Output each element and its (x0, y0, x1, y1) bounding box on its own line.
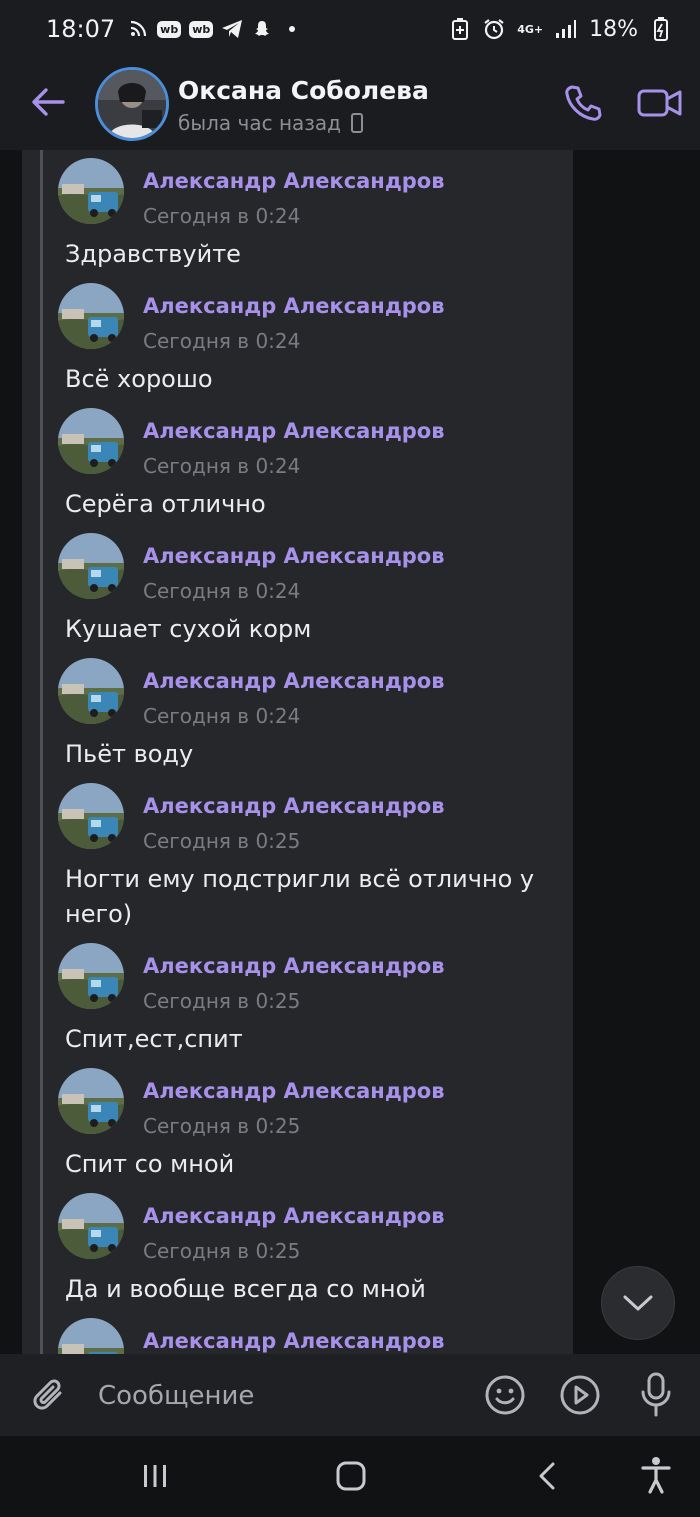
sender-name[interactable]: Александр Александров (143, 1329, 445, 1353)
sender-avatar[interactable] (58, 943, 124, 1009)
status-time: 18:07 (46, 15, 116, 43)
sender-name[interactable]: Александр Александров (143, 544, 445, 568)
sender-name[interactable]: Александр Александров (143, 1079, 445, 1103)
battery-saver-icon (449, 18, 471, 40)
wb-badge: wb (189, 20, 214, 38)
recents-icon (144, 1465, 166, 1487)
sender-name[interactable]: Александр Александров (143, 954, 445, 978)
message-text: Спит со мной (65, 1150, 235, 1178)
sender-avatar[interactable] (58, 158, 124, 224)
call-button[interactable] (558, 78, 608, 128)
sender-avatar[interactable] (58, 283, 124, 349)
sender-avatar[interactable] (58, 533, 124, 599)
message-time: Сегодня в 0:24 (143, 329, 301, 353)
accessibility-icon (641, 1457, 671, 1494)
sticker-play-icon (560, 1375, 600, 1415)
telegram-icon (221, 18, 243, 40)
message-text: Всё хорошо (65, 365, 213, 393)
phone-icon (565, 85, 602, 121)
sender-name[interactable]: Александр Александров (143, 669, 445, 693)
message-text: Спит,ест,спит (65, 1025, 243, 1053)
sender-avatar[interactable] (58, 1068, 124, 1134)
dot-icon (281, 18, 303, 40)
sender-name[interactable]: Александр Александров (143, 794, 445, 818)
message-text: Ногти ему подстригли всё отлично у него) (65, 865, 535, 928)
system-back-button[interactable] (522, 1452, 572, 1500)
message-composer (0, 1354, 700, 1436)
sender-avatar[interactable] (58, 658, 124, 724)
message-time: Сегодня в 0:25 (143, 1239, 301, 1263)
system-navigation-bar (0, 1436, 700, 1517)
message-time: Сегодня в 0:24 (143, 579, 301, 603)
chat-header: Оксана Соболева была час назад (0, 58, 700, 150)
back-arrow-icon (32, 88, 65, 116)
contact-name[interactable]: Оксана Соболева (178, 76, 429, 105)
message-list[interactable]: Александр Александров Сегодня в 0:24 Здр… (0, 150, 700, 1354)
emoji-button[interactable] (483, 1373, 527, 1417)
message-time: Сегодня в 0:24 (143, 704, 301, 728)
sender-avatar[interactable] (58, 1193, 124, 1259)
sender-name[interactable]: Александр Александров (143, 169, 445, 193)
message-text: Серёга отлично (65, 490, 266, 518)
message-text: Кушает сухой корм (65, 615, 312, 643)
voice-message-button[interactable] (634, 1371, 678, 1419)
last-seen-text: была час назад (178, 111, 341, 135)
sender-name[interactable]: Александр Александров (143, 419, 445, 443)
message-time: Сегодня в 0:25 (143, 989, 301, 1013)
message-time: Сегодня в 0:25 (143, 829, 301, 853)
paperclip-icon (33, 1379, 62, 1410)
contact-avatar[interactable] (95, 67, 169, 141)
message-text: Здравствуйте (65, 240, 241, 268)
forward-quote-bar (40, 150, 43, 1354)
snapchat-icon (251, 18, 273, 40)
home-button[interactable] (326, 1452, 376, 1500)
video-call-button[interactable] (632, 78, 688, 128)
video-camera-icon (637, 89, 682, 117)
chevron-down-icon (623, 1295, 653, 1311)
sender-name[interactable]: Александр Александров (143, 1204, 445, 1228)
status-bar: 18:07 wb wb 4G+ 18% (0, 0, 700, 58)
mobile-device-icon (351, 113, 363, 133)
rss-icon (127, 18, 149, 40)
home-icon (336, 1461, 366, 1491)
chevron-left-icon (539, 1462, 555, 1490)
back-button[interactable] (26, 80, 70, 124)
microphone-icon (641, 1372, 671, 1417)
sender-avatar[interactable] (58, 408, 124, 474)
alarm-icon (483, 18, 505, 40)
status-notification-icons: wb wb (127, 18, 303, 40)
sender-name[interactable]: Александр Александров (143, 294, 445, 318)
message-text: Да и вообще всегда со мной (65, 1275, 426, 1303)
attach-button[interactable] (26, 1372, 72, 1418)
signal-icon (555, 18, 577, 40)
sticker-button[interactable] (558, 1373, 602, 1417)
network-type: 4G+ (517, 22, 544, 36)
accessibility-button[interactable] (632, 1450, 680, 1500)
message-text: Пьёт воду (65, 740, 194, 768)
message-time: Сегодня в 0:24 (143, 204, 301, 228)
emoji-icon (485, 1375, 525, 1415)
scroll-to-bottom-button[interactable] (601, 1266, 675, 1340)
battery-charging-icon (650, 17, 672, 41)
wb-badge: wb (157, 20, 182, 38)
message-input[interactable] (98, 1374, 458, 1418)
sender-avatar[interactable] (58, 783, 124, 849)
message-time: Сегодня в 0:25 (143, 1114, 301, 1138)
message-time: Сегодня в 0:24 (143, 454, 301, 478)
recent-apps-button[interactable] (130, 1456, 180, 1496)
battery-percent: 18% (589, 16, 638, 42)
status-system-icons: 4G+ 18% (449, 17, 672, 42)
contact-status: была час назад (178, 111, 363, 135)
